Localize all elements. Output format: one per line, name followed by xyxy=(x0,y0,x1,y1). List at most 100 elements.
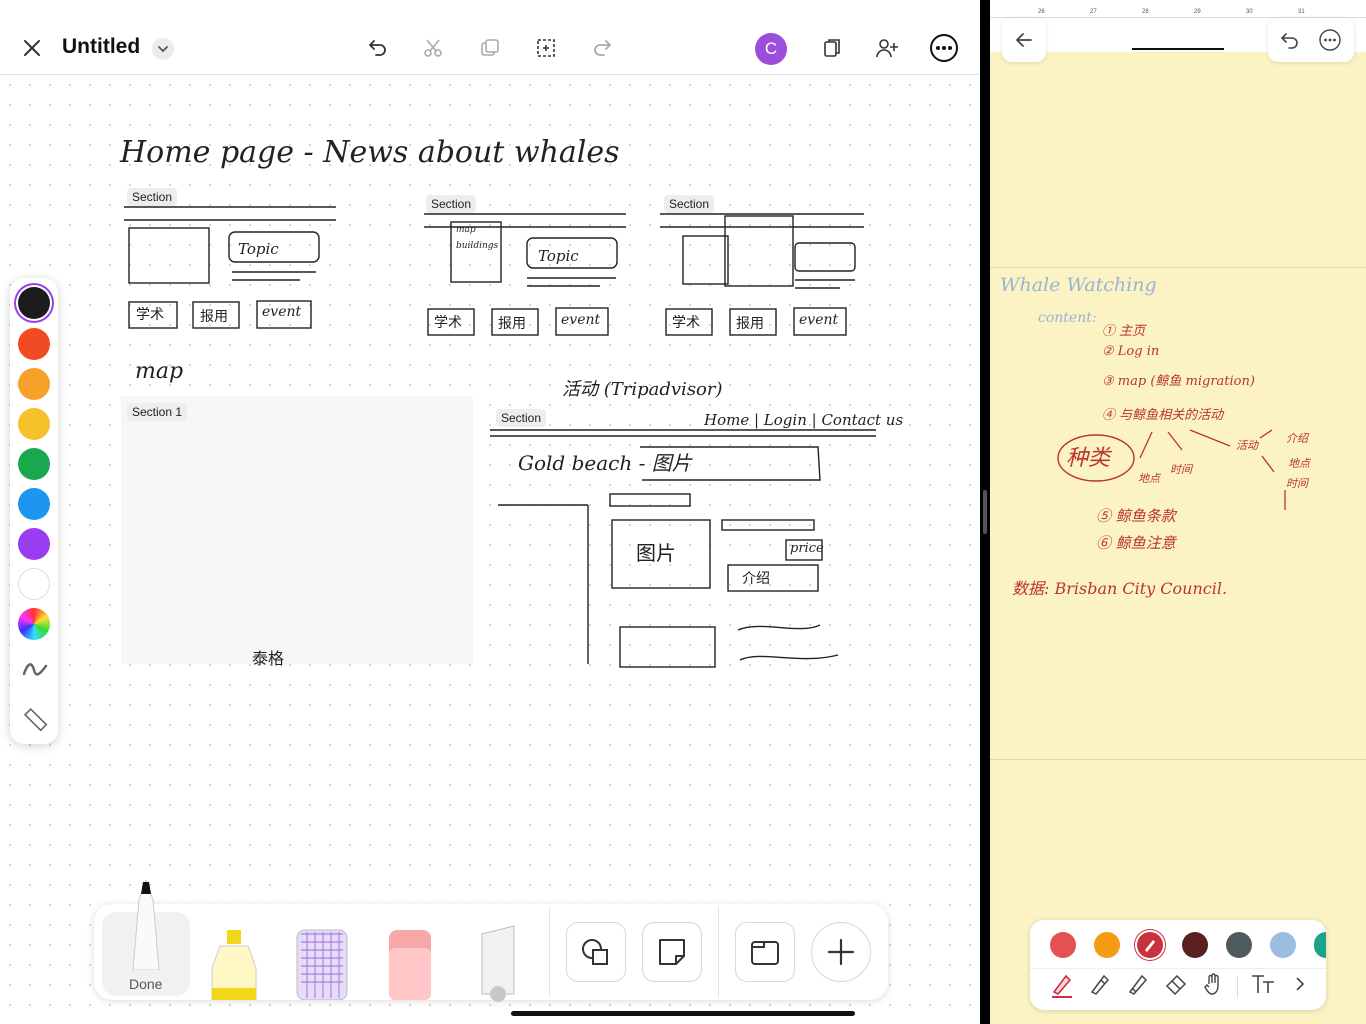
dropdown-item: buildings xyxy=(456,241,499,251)
content-label: content: xyxy=(1038,310,1097,326)
color-swatch-yellow[interactable] xyxy=(18,408,50,440)
frame-button[interactable] xyxy=(735,922,795,982)
branch-word: 活动 xyxy=(1236,439,1258,452)
highlighter-tool-icon[interactable] xyxy=(206,928,262,1005)
map-label: map xyxy=(135,359,184,384)
color-swatch-white[interactable] xyxy=(18,568,50,600)
plus-icon xyxy=(827,938,855,966)
note-item: ② Log in xyxy=(1102,344,1160,359)
pen-color-red[interactable] xyxy=(1050,932,1076,958)
note-item: ① 主页 xyxy=(1102,324,1146,339)
add-button[interactable] xyxy=(811,922,871,982)
chevron-down-icon[interactable] xyxy=(152,38,174,60)
pen-color-orange[interactable] xyxy=(1094,932,1120,958)
top-toolbar: Untitled C xyxy=(0,0,980,75)
back-button[interactable] xyxy=(1002,18,1046,62)
activity-section-frame[interactable] xyxy=(490,403,866,664)
note-item: ⑥ 鲸鱼注意 xyxy=(1096,534,1176,552)
nav-text: Home | Login | Contact us xyxy=(704,411,904,429)
section-tag[interactable]: Section xyxy=(127,188,178,206)
section-1-tag[interactable]: Section 1 xyxy=(127,403,188,421)
pen-color-selected[interactable] xyxy=(1137,932,1163,958)
pen-tool-icon[interactable] xyxy=(1050,972,1074,1003)
branch-word: 地点 xyxy=(1288,457,1310,470)
undo-icon[interactable] xyxy=(1280,30,1300,50)
ruler-number: 26 xyxy=(1038,9,1045,15)
color-picker-icon[interactable] xyxy=(18,608,50,640)
sticky-note-icon xyxy=(659,939,685,965)
document-title[interactable]: Untitled xyxy=(62,35,140,59)
activities-label: 活动 (Tripadvisor) xyxy=(562,379,723,400)
wireframe-button-text: event xyxy=(561,312,601,328)
duplicate-icon[interactable] xyxy=(474,32,506,64)
heading-text: Home page - News about whales xyxy=(119,135,620,170)
pencil-icon xyxy=(1145,940,1155,952)
note-item: ③ map (鲸鱼 migration) xyxy=(1102,374,1255,389)
note-title: Whale Watching xyxy=(1000,274,1157,296)
ruler-icon[interactable] xyxy=(22,706,48,737)
chevron-right-icon[interactable] xyxy=(1294,976,1306,997)
text-tool-icon[interactable] xyxy=(1250,972,1276,1001)
pen-color-maroon[interactable] xyxy=(1182,932,1208,958)
close-icon[interactable] xyxy=(16,32,48,64)
mindmap-sketch xyxy=(1057,429,1286,510)
shapes-button[interactable] xyxy=(566,922,626,982)
notes-app: 26 27 28 29 30 31 Whale Watching content… xyxy=(990,0,1366,1024)
section-tag[interactable]: Section xyxy=(496,409,547,427)
home-indicator[interactable] xyxy=(511,1011,855,1016)
ruler-number: 29 xyxy=(1194,9,1201,15)
frame-icon xyxy=(751,941,779,965)
section-tag[interactable]: Section xyxy=(664,195,715,213)
page-rule xyxy=(990,267,1366,268)
stroke-width-icon[interactable] xyxy=(22,660,48,685)
pen-color-lightblue[interactable] xyxy=(1270,932,1296,958)
map-caption: 泰格 xyxy=(252,651,285,668)
tray-divider xyxy=(718,906,719,998)
topic-text: Topic xyxy=(238,240,279,258)
undo-icon[interactable] xyxy=(362,32,394,64)
pen-color-teal[interactable] xyxy=(1314,932,1326,958)
redo-icon[interactable] xyxy=(586,32,618,64)
select-icon[interactable] xyxy=(530,32,562,64)
ruler-number: 31 xyxy=(1298,9,1305,15)
scissors-icon[interactable] xyxy=(417,32,449,64)
ruler-number: 28 xyxy=(1142,9,1149,15)
shapes-icon xyxy=(582,939,608,965)
pages-icon[interactable] xyxy=(816,32,848,64)
ruler-number: 30 xyxy=(1246,9,1253,15)
color-swatch-black[interactable] xyxy=(18,287,50,319)
more-icon[interactable] xyxy=(1318,28,1342,52)
eraser-tool-icon[interactable] xyxy=(387,928,433,1005)
color-swatch-green[interactable] xyxy=(18,448,50,480)
add-person-icon[interactable] xyxy=(871,32,903,64)
pen-color-gray[interactable] xyxy=(1226,932,1252,958)
split-handle[interactable] xyxy=(983,490,987,534)
color-swatch-blue[interactable] xyxy=(18,488,50,520)
wireframe-button-text: event xyxy=(799,312,839,328)
pencil-tool-icon[interactable] xyxy=(1088,972,1112,1001)
marker-tool-icon[interactable] xyxy=(1126,972,1150,1001)
gold-beach-text: Gold beach - 图片 xyxy=(518,451,692,475)
dropdown-item: map xyxy=(456,225,476,235)
pen-tool-icon[interactable] xyxy=(119,878,173,975)
color-swatch-orange[interactable] xyxy=(18,368,50,400)
pattern-tool-icon[interactable] xyxy=(293,928,351,1005)
wireframe-button-text: 报用 xyxy=(200,308,228,324)
color-swatch-red[interactable] xyxy=(18,328,50,360)
eraser-icon[interactable] xyxy=(1164,972,1188,1001)
ruler-number: 27 xyxy=(1090,9,1097,15)
wireframe-button-text: 学术 xyxy=(434,314,462,330)
section-1-frame[interactable] xyxy=(121,396,473,664)
hand-icon[interactable] xyxy=(1202,972,1226,1001)
done-label[interactable]: Done xyxy=(129,976,162,992)
note-item: ⑤ 鲸鱼条款 xyxy=(1096,507,1176,525)
wireframe-button-text: 学术 xyxy=(136,306,164,322)
intro-text: 介绍 xyxy=(742,570,770,586)
color-swatch-purple[interactable] xyxy=(18,528,50,560)
avatar[interactable]: C xyxy=(755,33,787,65)
more-icon[interactable] xyxy=(928,32,960,64)
lasso-tool-icon[interactable] xyxy=(478,924,518,1007)
section-tag[interactable]: Section xyxy=(426,195,477,213)
sticky-note-button[interactable] xyxy=(642,922,702,982)
branch-word: 地点 xyxy=(1138,472,1160,485)
